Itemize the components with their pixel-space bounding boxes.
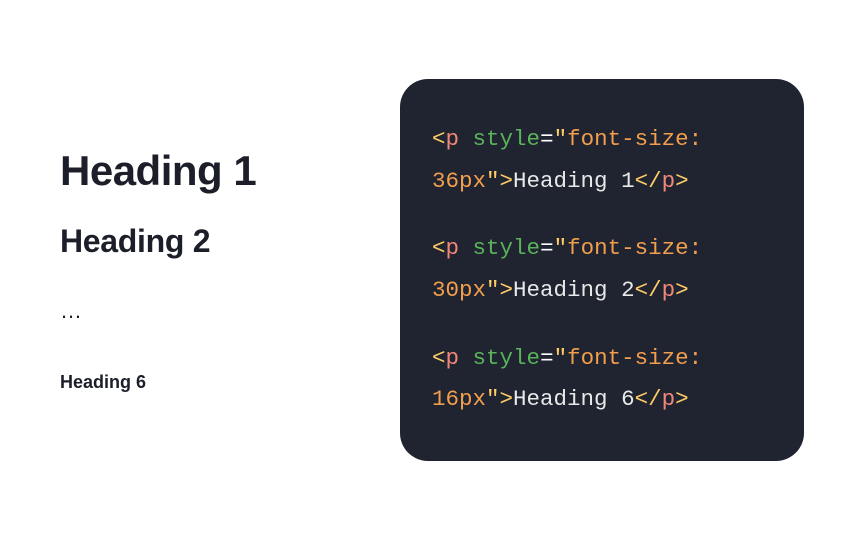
heading-2: Heading 2 <box>60 223 360 260</box>
text-content: Heading 6 <box>513 386 635 412</box>
quote-close: " <box>486 386 500 412</box>
ellipsis: … <box>60 298 360 324</box>
angle-close: > <box>500 277 514 303</box>
tag-name: p <box>446 235 460 261</box>
quote-open: " <box>554 345 568 371</box>
close-angle-close: > <box>675 386 689 412</box>
equals: = <box>540 235 554 261</box>
angle-open: < <box>432 126 446 152</box>
angle-close: > <box>500 386 514 412</box>
close-tag-name: p <box>662 277 676 303</box>
close-tag-name: p <box>662 386 676 412</box>
angle-open: < <box>432 235 446 261</box>
space <box>459 345 473 371</box>
angle-open: < <box>432 345 446 371</box>
code-line-2: <p style="font-size: 30px">Heading 2</p> <box>432 228 772 311</box>
attr-name: style <box>473 235 541 261</box>
heading-6: Heading 6 <box>60 372 360 393</box>
close-angle-open: </ <box>635 168 662 194</box>
equals: = <box>540 126 554 152</box>
code-block: <p style="font-size: 36px">Heading 1</p>… <box>400 79 804 461</box>
text-content: Heading 2 <box>513 277 635 303</box>
equals: = <box>540 345 554 371</box>
code-line-3: <p style="font-size: 16px">Heading 6</p> <box>432 338 772 421</box>
space <box>459 235 473 261</box>
close-angle-open: </ <box>635 386 662 412</box>
tag-name: p <box>446 126 460 152</box>
close-angle-close: > <box>675 168 689 194</box>
space <box>459 126 473 152</box>
quote-open: " <box>554 235 568 261</box>
text-content: Heading 1 <box>513 168 635 194</box>
code-line-1: <p style="font-size: 36px">Heading 1</p> <box>432 119 772 202</box>
preview-column: Heading 1 Heading 2 … Heading 6 <box>60 147 360 393</box>
attr-name: style <box>473 345 541 371</box>
angle-close: > <box>500 168 514 194</box>
quote-close: " <box>486 277 500 303</box>
close-angle-open: </ <box>635 277 662 303</box>
quote-open: " <box>554 126 568 152</box>
close-tag-name: p <box>662 168 676 194</box>
attr-name: style <box>473 126 541 152</box>
quote-close: " <box>486 168 500 194</box>
close-angle-close: > <box>675 277 689 303</box>
heading-1: Heading 1 <box>60 147 360 195</box>
tag-name: p <box>446 345 460 371</box>
